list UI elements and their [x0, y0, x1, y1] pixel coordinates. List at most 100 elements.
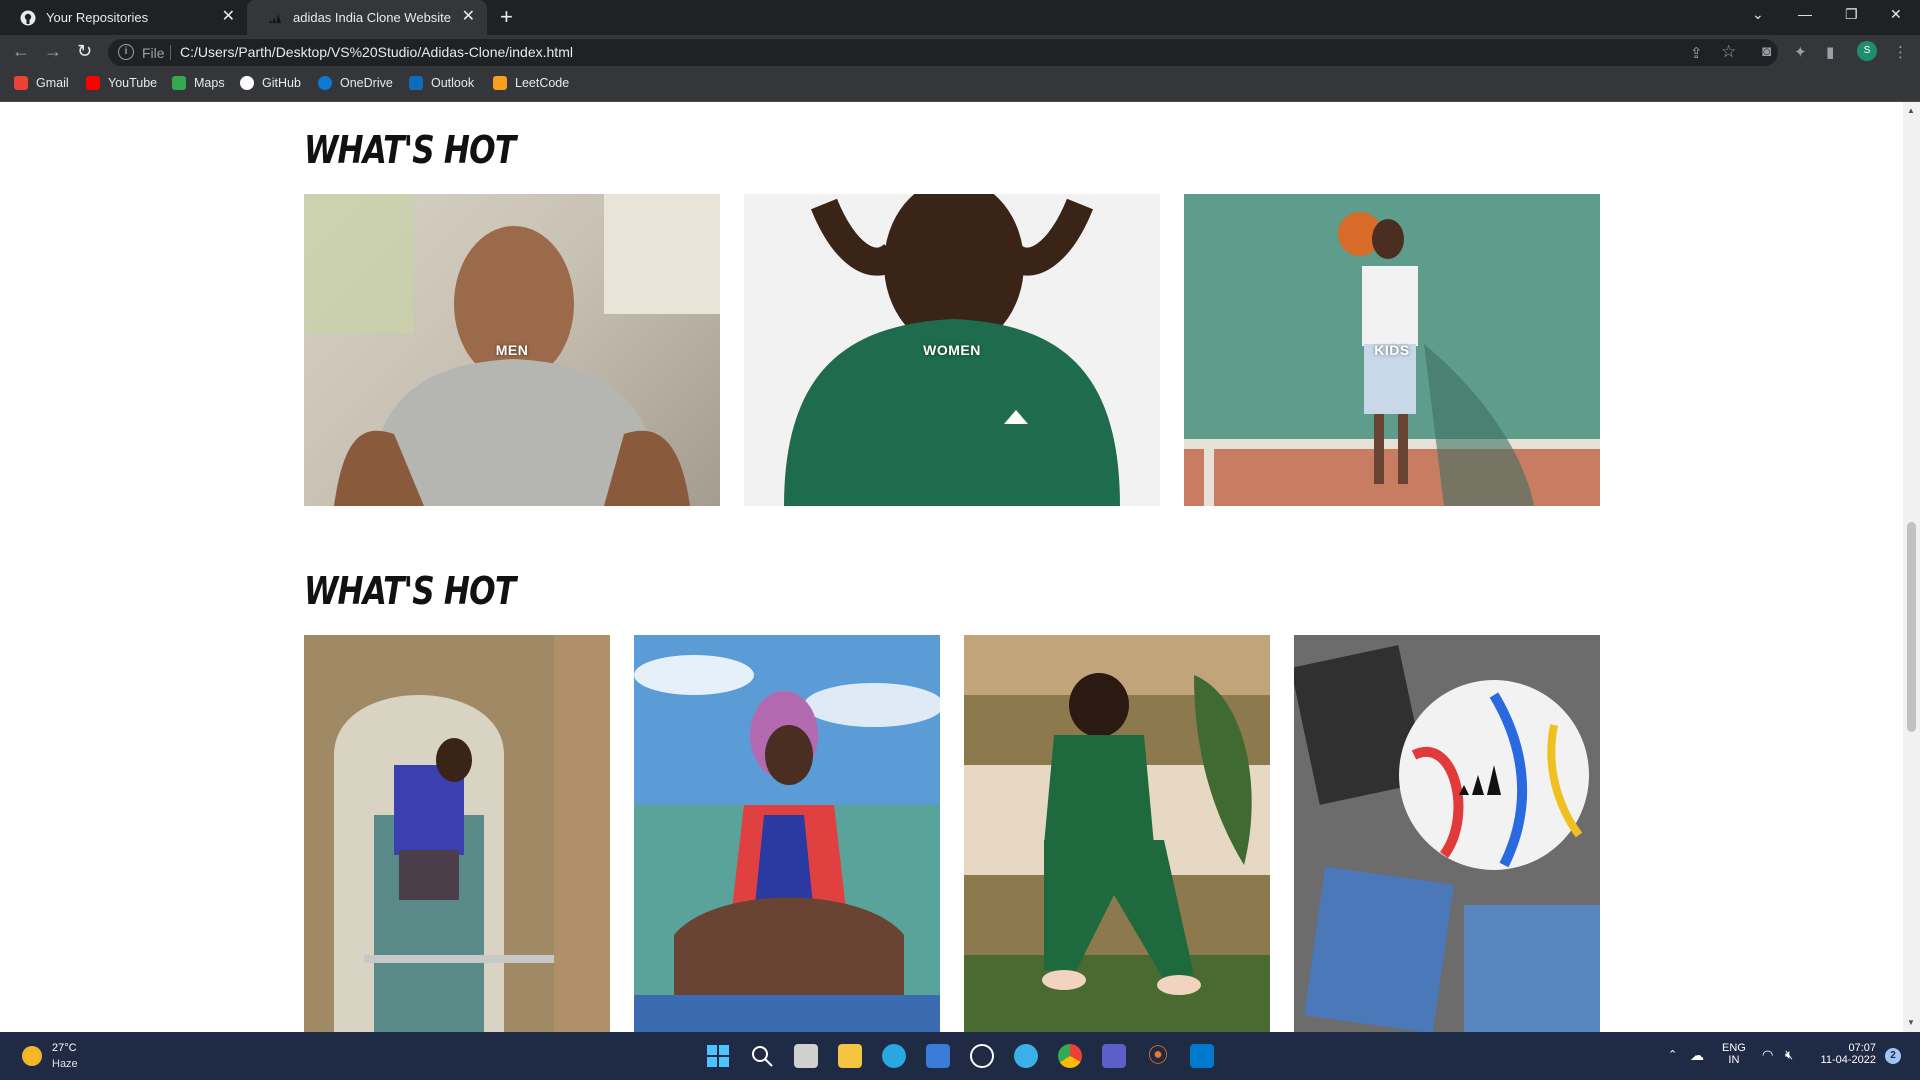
- search-icon[interactable]: [750, 1044, 774, 1068]
- youtube-icon: [86, 76, 100, 90]
- menu-icon[interactable]: ⋮: [1893, 43, 1908, 61]
- card-label: MEN: [495, 342, 529, 358]
- category-card-women[interactable]: WOMEN: [744, 194, 1160, 506]
- bookmark-outlook[interactable]: Outlook: [409, 76, 474, 90]
- bookmark-leetcode[interactable]: LeetCode: [493, 76, 569, 90]
- card-label: KIDS: [1374, 342, 1410, 358]
- notification-badge[interactable]: 2: [1885, 1048, 1901, 1064]
- clock-time: 07:07: [1848, 1042, 1876, 1054]
- show-hidden-icons[interactable]: ⌃: [1668, 1048, 1677, 1061]
- bookmarks-bar: Gmail YouTube Maps GitHub OneDrive Outlo…: [0, 69, 1920, 102]
- edge-icon[interactable]: [882, 1044, 906, 1068]
- clock[interactable]: 07:07 11-04-2022: [1812, 1042, 1876, 1066]
- chrome-icon[interactable]: [1058, 1044, 1082, 1068]
- bookmark-github[interactable]: GitHub: [240, 76, 301, 90]
- clock-date: 11-04-2022: [1820, 1054, 1876, 1066]
- outlook-icon: [409, 76, 423, 90]
- jupyter-icon[interactable]: ⦿: [1146, 1044, 1170, 1068]
- github-icon: [20, 10, 36, 26]
- section-title: WHAT'S HOT: [304, 128, 516, 172]
- tab-your-repositories[interactable]: Your Repositories ✕: [0, 0, 247, 35]
- windows-start-icon[interactable]: [706, 1044, 730, 1068]
- woman-swimsuit-beach-photo: [634, 635, 940, 1032]
- tab-search-icon[interactable]: ⌄: [1752, 6, 1764, 23]
- gmail-icon: [14, 76, 28, 90]
- world-cup-football-photo: [1294, 635, 1600, 1032]
- microsoft-store-icon[interactable]: [926, 1044, 950, 1068]
- browser-toolbar: ← → ↻ i File C:/Users/Parth/Desktop/VS%2…: [0, 35, 1920, 69]
- tab-title: adidas India Clone Website: [293, 10, 452, 25]
- card-label: WOMEN: [923, 342, 981, 358]
- address-url[interactable]: C:/Users/Parth/Desktop/VS%20Studio/Adida…: [180, 44, 573, 60]
- restore-button[interactable]: ❐: [1845, 6, 1858, 23]
- bookmark-star-icon[interactable]: ☆: [1721, 42, 1736, 62]
- bookmark-label: OneDrive: [340, 76, 393, 90]
- back-icon[interactable]: ←: [12, 41, 30, 61]
- task-view-icon[interactable]: [794, 1044, 818, 1068]
- windows-taskbar: 27°C Haze ⦿ ⌃ ☁ ENG IN ◠ 🔇︎ 07:07 11-04-…: [0, 1032, 1920, 1080]
- page-viewport: WHAT'S HOT MEN WOMEN KIDS WHAT'S HOT: [0, 102, 1903, 1032]
- close-icon[interactable]: ✕: [222, 9, 235, 25]
- product-card[interactable]: [1294, 635, 1600, 1032]
- weather-temperature[interactable]: 27°C: [52, 1042, 77, 1054]
- teams-icon[interactable]: [1102, 1044, 1126, 1068]
- language-region: IN: [1728, 1054, 1740, 1066]
- close-icon[interactable]: ✕: [462, 9, 475, 25]
- adidas-icon: [267, 10, 283, 26]
- wifi-icon[interactable]: ◠: [1762, 1047, 1773, 1063]
- vscode-icon[interactable]: [1190, 1044, 1214, 1068]
- language-indicator[interactable]: ENG IN: [1722, 1042, 1746, 1066]
- tab-strip: Your Repositories ✕ adidas India Clone W…: [0, 0, 1920, 35]
- extensions-icon[interactable]: ✦: [1794, 43, 1807, 61]
- scroll-thumb[interactable]: [1907, 522, 1916, 732]
- forward-icon[interactable]: →: [44, 41, 62, 61]
- reload-icon[interactable]: ↻: [77, 41, 92, 61]
- bookmark-maps[interactable]: Maps: [172, 76, 225, 90]
- product-card[interactable]: [964, 635, 1270, 1032]
- bookmark-label: LeetCode: [515, 76, 570, 90]
- volume-muted-icon[interactable]: 🔇︎: [1785, 1047, 1793, 1063]
- profile-avatar[interactable]: S: [1857, 41, 1877, 61]
- onedrive-icon: [318, 76, 332, 90]
- address-scheme: File: [142, 45, 165, 61]
- help-icon[interactable]: [1014, 1044, 1038, 1068]
- woman-green-tracksuit-photo: [964, 635, 1270, 1032]
- bookmark-onedrive[interactable]: OneDrive: [318, 76, 393, 90]
- file-explorer-icon[interactable]: [838, 1044, 862, 1068]
- scroll-up-icon[interactable]: ▲: [1907, 106, 1915, 115]
- scroll-down-icon[interactable]: ▼: [1907, 1018, 1915, 1027]
- maps-icon: [172, 76, 186, 90]
- bookmark-label: GitHub: [262, 76, 301, 90]
- bookmark-youtube[interactable]: YouTube: [86, 76, 157, 90]
- github-icon: [240, 76, 254, 90]
- address-divider: [170, 45, 171, 60]
- side-panel-icon[interactable]: ▮: [1826, 43, 1834, 61]
- new-tab-button[interactable]: +: [500, 6, 513, 28]
- minimize-button[interactable]: —: [1798, 6, 1812, 22]
- info-icon[interactable]: i: [118, 44, 134, 60]
- github-desktop-icon[interactable]: [970, 1044, 994, 1068]
- tab-adidas-clone[interactable]: adidas India Clone Website ✕: [247, 0, 487, 35]
- bookmark-gmail[interactable]: Gmail: [14, 76, 69, 90]
- address-bar[interactable]: i File C:/Users/Parth/Desktop/VS%20Studi…: [108, 39, 1778, 66]
- screenshot-icon[interactable]: ◙: [1762, 43, 1771, 60]
- bookmark-label: Maps: [194, 76, 225, 90]
- language-code: ENG: [1722, 1042, 1746, 1054]
- close-window-button[interactable]: ✕: [1890, 6, 1902, 23]
- section-title: WHAT'S HOT: [304, 569, 516, 613]
- person-window-ledge-photo: [304, 635, 610, 1032]
- bookmark-label: Outlook: [431, 76, 475, 90]
- product-card[interactable]: [634, 635, 940, 1032]
- category-card-kids[interactable]: KIDS: [1184, 194, 1600, 506]
- onedrive-tray-icon[interactable]: ☁: [1690, 1047, 1704, 1064]
- page-scrollbar[interactable]: ▲ ▼: [1903, 102, 1920, 1032]
- weather-condition[interactable]: Haze: [52, 1058, 78, 1070]
- product-card[interactable]: [304, 635, 610, 1032]
- bookmark-label: YouTube: [108, 76, 158, 90]
- weather-sun-icon[interactable]: [22, 1046, 42, 1066]
- leetcode-icon: [493, 76, 507, 90]
- category-card-men[interactable]: MEN: [304, 194, 720, 506]
- tab-title: Your Repositories: [46, 10, 149, 25]
- share-icon[interactable]: ⇪: [1690, 44, 1703, 62]
- bookmark-label: Gmail: [36, 76, 69, 90]
